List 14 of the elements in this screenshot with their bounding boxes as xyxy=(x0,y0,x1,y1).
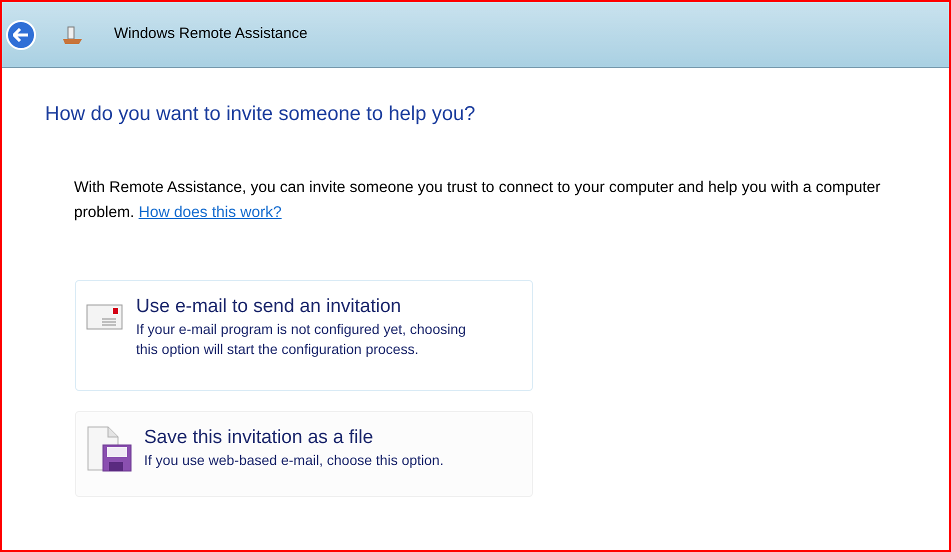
intro-paragraph: With Remote Assistance, you can invite someone you trust to connect to your computer and help you with a computer problem. How does this work? xyxy=(74,178,882,223)
option-title: Use e-mail to send an invitation xyxy=(136,295,402,319)
file-with-floppy-disk-icon xyxy=(86,426,132,472)
envelope-icon xyxy=(86,303,124,331)
option-description: If your e-mail program is not configured yet, choosing this option will start the configuration process. xyxy=(136,320,467,359)
invitation-option[interactable]: Save this invitation as a file If you use web-based e-mail, choose this option. xyxy=(75,411,533,497)
option-title: Save this invitation as a file xyxy=(144,426,374,450)
page-heading: How do you want to invite someone to help you? xyxy=(45,102,476,127)
left-arrow-icon xyxy=(13,28,29,42)
option-description: If you use web-based e-mail, choose this option. xyxy=(144,451,444,470)
back-button[interactable] xyxy=(6,20,36,50)
window-title: Windows Remote Assistance xyxy=(114,24,308,44)
how-does-this-work-link[interactable]: How does this work? xyxy=(138,204,282,221)
invitation-option[interactable]: Use e-mail to send an invitation If your e-mail program is not configured yet, choosing this option will start the configuration process. xyxy=(75,280,533,391)
